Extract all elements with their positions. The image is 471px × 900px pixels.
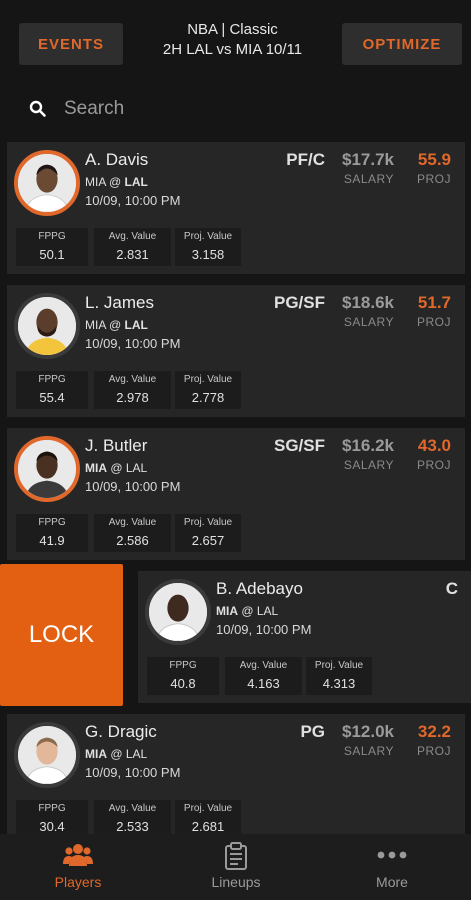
player-card-swiped[interactable]: B. Adebayo MIA @ LAL 10/09, 10:00 PM C F… xyxy=(138,571,471,703)
avg-value-stat: Avg. Value 2.586 xyxy=(94,514,171,552)
avg-value-stat: Avg. Value 2.831 xyxy=(94,228,171,266)
player-name: L. James xyxy=(85,293,154,312)
player-matchup: MIA @ LAL xyxy=(85,318,148,332)
player-projection: 32.2 xyxy=(417,722,451,741)
player-position: PG/SF xyxy=(273,293,325,312)
tab-more-label: More xyxy=(376,874,408,890)
optimize-button[interactable]: OPTIMIZE xyxy=(342,23,462,65)
fppg-stat: FPPG 55.4 xyxy=(16,371,88,409)
player-avatar xyxy=(14,150,80,216)
player-projection: 55.9 xyxy=(417,150,451,169)
contest-title: NBA | Classic 2H LAL vs MIA 10/11 xyxy=(130,20,335,60)
player-salary: $12.0k xyxy=(342,722,394,741)
salary-label: SALARY xyxy=(343,172,394,186)
proj-label: PROJ xyxy=(416,458,451,472)
player-salary: $17.7k xyxy=(342,150,394,169)
tab-players[interactable]: Players xyxy=(18,834,138,900)
avg-value-stat: Avg. Value 2.533 xyxy=(94,800,171,834)
player-avatar xyxy=(145,579,211,645)
proj-value-stat: Proj. Value 2.657 xyxy=(175,514,241,552)
player-card[interactable]: J. Butler MIA @ LAL 10/09, 10:00 PM SG/S… xyxy=(7,428,465,560)
player-position: PF/C xyxy=(286,150,325,169)
player-avatar xyxy=(14,436,80,502)
player-matchup: MIA @ LAL xyxy=(85,175,148,189)
player-photo-icon xyxy=(149,583,207,641)
game-time: 10/09, 10:00 PM xyxy=(85,765,181,780)
fppg-stat: FPPG 40.8 xyxy=(147,657,219,695)
player-card[interactable]: A. Davis MIA @ LAL 10/09, 10:00 PM PF/C … xyxy=(7,142,465,274)
more-dots-icon xyxy=(377,851,407,859)
avg-value-stat: Avg. Value 2.978 xyxy=(94,371,171,409)
player-salary: $18.6k xyxy=(342,293,394,312)
proj-value-stat: Proj. Value 2.681 xyxy=(175,800,241,834)
contest-title-line2: 2H LAL vs MIA 10/11 xyxy=(162,41,303,58)
bottom-tab-bar: Players Lineups More xyxy=(0,834,471,900)
player-position: PG xyxy=(300,722,325,741)
player-name: B. Adebayo xyxy=(216,579,303,598)
tab-lineups[interactable]: Lineups xyxy=(176,834,296,900)
player-avatar xyxy=(14,293,80,359)
proj-value-stat: Proj. Value 2.778 xyxy=(175,371,241,409)
game-time: 10/09, 10:00 PM xyxy=(85,336,181,351)
player-matchup: MIA @ LAL xyxy=(85,747,148,761)
avg-value-stat: Avg. Value 4.163 xyxy=(225,657,302,695)
player-photo-icon xyxy=(18,440,76,498)
player-name: J. Butler xyxy=(85,436,148,455)
events-button[interactable]: EVENTS xyxy=(19,23,123,65)
proj-label: PROJ xyxy=(416,315,451,329)
search-icon xyxy=(29,100,46,117)
tab-more[interactable]: More xyxy=(332,834,452,900)
player-card[interactable]: G. Dragic MIA @ LAL 10/09, 10:00 PM PG $… xyxy=(7,714,465,834)
proj-label: PROJ xyxy=(416,744,451,758)
people-icon xyxy=(63,844,93,866)
player-photo-icon xyxy=(18,297,76,355)
player-photo-icon xyxy=(18,154,76,212)
player-card[interactable]: L. James MIA @ LAL 10/09, 10:00 PM PG/SF… xyxy=(7,285,465,417)
proj-label: PROJ xyxy=(416,172,451,186)
fppg-stat: FPPG 41.9 xyxy=(16,514,88,552)
fppg-stat: FPPG 50.1 xyxy=(16,228,88,266)
tab-players-label: Players xyxy=(54,874,102,890)
player-projection: 43.0 xyxy=(417,436,451,455)
fppg-stat: FPPG 30.4 xyxy=(16,800,88,834)
player-photo-icon xyxy=(18,726,76,784)
contest-title-line1: NBA | Classic xyxy=(187,21,278,38)
game-time: 10/09, 10:00 PM xyxy=(85,193,181,208)
game-time: 10/09, 10:00 PM xyxy=(85,479,181,494)
player-projection: 51.7 xyxy=(417,293,451,312)
player-matchup: MIA @ LAL xyxy=(216,604,279,618)
lock-button[interactable]: LOCK xyxy=(0,564,123,706)
player-name: G. Dragic xyxy=(85,722,157,741)
top-header: EVENTS NBA | Classic 2H LAL vs MIA 10/11… xyxy=(0,0,471,82)
proj-value-stat: Proj. Value 4.313 xyxy=(306,657,372,695)
player-avatar xyxy=(14,722,80,788)
player-matchup: MIA @ LAL xyxy=(85,461,148,475)
clipboard-icon xyxy=(225,842,247,870)
salary-label: SALARY xyxy=(343,458,394,472)
tab-lineups-label: Lineups xyxy=(211,874,261,890)
salary-label: SALARY xyxy=(343,315,394,329)
search-bar xyxy=(0,86,471,132)
player-salary: $16.2k xyxy=(342,436,394,455)
search-input[interactable] xyxy=(64,94,444,124)
player-position: SG/SF xyxy=(273,436,325,455)
player-position: C xyxy=(445,579,458,598)
proj-value-stat: Proj. Value 3.158 xyxy=(175,228,241,266)
game-time: 10/09, 10:00 PM xyxy=(216,622,312,637)
player-name: A. Davis xyxy=(85,150,149,169)
salary-label: SALARY xyxy=(343,744,394,758)
